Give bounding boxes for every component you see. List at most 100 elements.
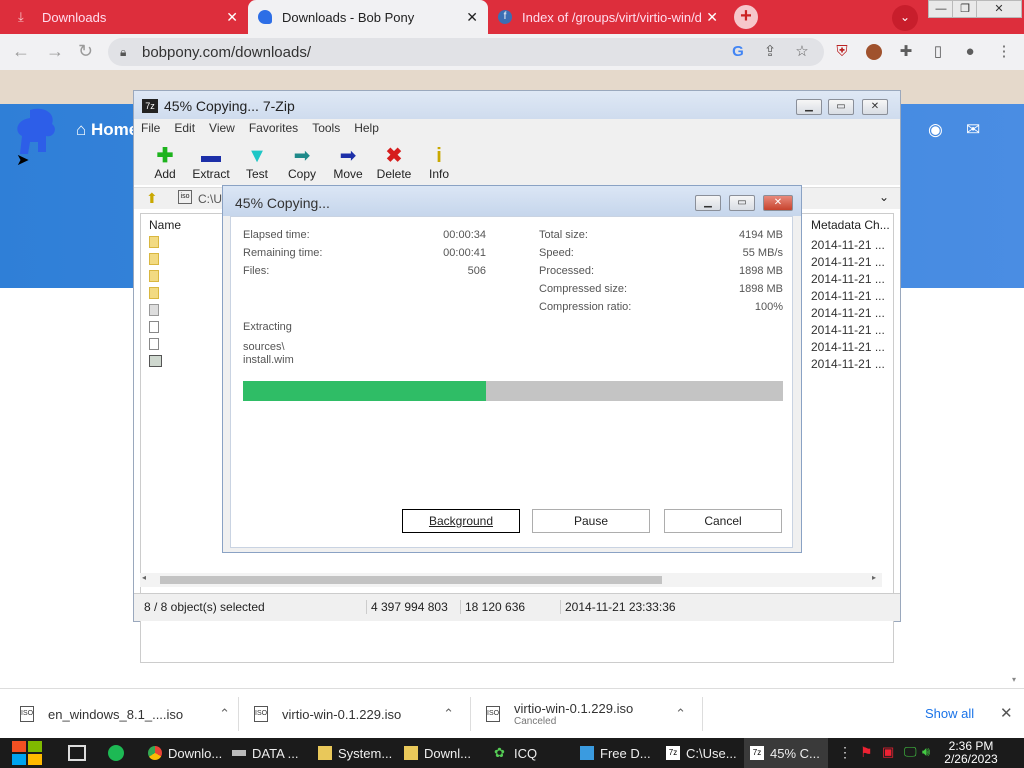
task-view-icon[interactable] [68,745,86,761]
volume-icon[interactable]: 🔊︎ [922,744,930,760]
close-icon[interactable]: ✕ [226,9,238,26]
taskbar-item-7zip[interactable]: 7z C:\Use... [660,738,744,768]
close-window-button[interactable]: ✕ [976,0,1022,18]
new-tab-button[interactable]: + [734,5,758,29]
google-icon[interactable]: G [728,42,748,62]
folder-icon[interactable] [149,236,159,248]
system-clock[interactable]: 2:36 PM 2/26/2023 [936,740,1006,766]
download-item[interactable]: ISO virtio-win-0.1.229.iso Canceled ⌃ [486,689,686,739]
close-icon[interactable]: ✕ [1000,704,1013,722]
minimize-button[interactable]: ▁ [796,99,822,115]
cancel-button[interactable]: Cancel [664,509,782,533]
up-folder-icon[interactable]: ⬆ [146,190,158,207]
maximize-button[interactable]: ▭ [729,195,755,211]
pause-button[interactable]: Pause [532,509,650,533]
extract-button[interactable]: ▬ Extract [188,145,234,181]
7zip-titlebar[interactable]: 7z 45% Copying... 7-Zip ▁ ▭ ✕ [134,91,900,119]
share-icon[interactable]: ⇪ [760,42,780,62]
dialog-titlebar[interactable]: 45% Copying... ▁ ▭ ✕ [223,186,801,216]
taskbar-item-7zip-progress[interactable]: 7z 45% C... [744,738,828,768]
taskbar-item-drive[interactable]: DATA ... [226,738,306,768]
exe-file-icon[interactable] [149,355,162,367]
taskbar-item-chrome[interactable]: Downlo... [142,738,222,768]
gear-file-icon[interactable] [149,304,159,316]
more-menu-icon[interactable]: ⋮ [994,42,1014,62]
tab-search-button[interactable]: ⌄ [892,5,918,31]
side-panel-icon[interactable]: ▯ [928,42,948,62]
reload-icon[interactable]: ↻ [78,41,93,62]
restore-button[interactable]: ❐ [952,0,978,18]
column-header-name[interactable]: Name [149,218,181,232]
download-filename: virtio-win-0.1.229.iso [514,701,634,716]
menu-view[interactable]: View [202,119,242,139]
column-header-metadata[interactable]: Metadata Ch... [811,218,890,232]
star-icon[interactable]: ☆ [792,42,812,62]
flag-icon[interactable]: ⚑ [860,744,873,761]
download-item[interactable]: ISO en_windows_8.1_....iso ⌃ [20,689,230,739]
show-all-link[interactable]: Show all [925,706,974,721]
tab-bob-pony[interactable]: Downloads - Bob Pony ✕ [248,0,488,34]
close-icon[interactable]: ✕ [466,9,478,26]
scrollbar-thumb[interactable] [160,576,662,584]
status-date: 2014-11-21 23:33:36 [560,600,676,614]
mail-icon[interactable]: ✉ [966,120,980,140]
folder-icon[interactable] [149,287,159,299]
spotify-icon[interactable] [108,745,124,761]
chevron-up-icon[interactable]: ⌃ [443,706,454,722]
windows-start-button[interactable] [10,739,44,767]
test-button[interactable]: ▼ Test [234,145,280,181]
divider [702,697,703,731]
scroll-right-icon[interactable]: ▸ [872,573,876,582]
background-button[interactable]: Background [402,509,520,533]
menu-favorites[interactable]: Favorites [242,119,305,139]
download-item[interactable]: ISO virtio-win-0.1.229.iso ⌃ [254,689,454,739]
page-scroll-down-icon[interactable]: ▾ [1012,675,1016,684]
extension-avatar-icon[interactable] [864,42,884,62]
scroll-left-icon[interactable]: ◂ [142,573,146,582]
taskbar-item-folder[interactable]: Downl... [398,738,478,768]
folder-icon[interactable] [149,253,159,265]
url-text[interactable]: bobpony.com/downloads/ [142,44,311,61]
tab-virtio-index[interactable]: f Index of /groups/virt/virtio-win/d ✕ [488,0,728,34]
horizontal-scrollbar[interactable]: ◂ ▸ [140,573,882,587]
status-bar: 8 / 8 object(s) selected 4 397 994 803 1… [134,593,900,621]
menu-tools[interactable]: Tools [305,119,347,139]
taskbar-item-folder[interactable]: System... [312,738,392,768]
taskbar-item-free-download[interactable]: Free D... [574,738,658,768]
overflow-icon[interactable]: ⋮ [838,744,852,761]
file-icon[interactable] [149,321,159,333]
minimize-button[interactable]: — [928,0,954,18]
ublock-extension-icon[interactable]: ⛨ [832,42,852,62]
network-icon[interactable]: 🖵︎ [904,744,917,760]
delete-button[interactable]: ✖ Delete [371,145,417,181]
profile-icon[interactable]: ● [960,42,980,62]
nav-home-link[interactable]: ⌂ Home [76,120,138,140]
close-icon[interactable]: ✕ [706,9,718,26]
folder-icon[interactable] [149,270,159,282]
current-path-dir: sources\ [243,341,285,353]
info-button[interactable]: i Info [416,145,462,181]
taskbar-item-icq[interactable]: ✿ ICQ [488,738,568,768]
menu-file[interactable]: File [134,119,167,139]
app-tray-icon[interactable]: ▣ [882,744,894,760]
taskbar-label: DATA ... [252,745,299,761]
minimize-button[interactable]: ▁ [695,195,721,211]
tab-downloads[interactable]: ⤓ Downloads ✕ [8,0,248,34]
github-icon[interactable]: ◉ [928,120,943,140]
back-arrow-icon[interactable]: ← [12,41,30,62]
file-icon[interactable] [149,338,159,350]
chevron-up-icon[interactable]: ⌃ [675,706,686,722]
close-button[interactable]: ✕ [763,195,793,211]
menu-help[interactable]: Help [347,119,386,139]
copy-button[interactable]: ➡ Copy [279,145,325,181]
add-button[interactable]: ✚ Add [142,145,188,181]
chevron-down-icon[interactable]: ⌄ [879,190,889,204]
menu-edit[interactable]: Edit [167,119,202,139]
move-button[interactable]: ➡ Move [325,145,371,181]
maximize-button[interactable]: ▭ [828,99,854,115]
address-path[interactable]: C:\U [198,192,222,206]
puzzle-extensions-icon[interactable]: ✚ [896,42,916,62]
close-button[interactable]: ✕ [862,99,888,115]
forward-arrow-icon[interactable]: → [46,41,64,62]
chevron-up-icon[interactable]: ⌃ [219,706,230,722]
